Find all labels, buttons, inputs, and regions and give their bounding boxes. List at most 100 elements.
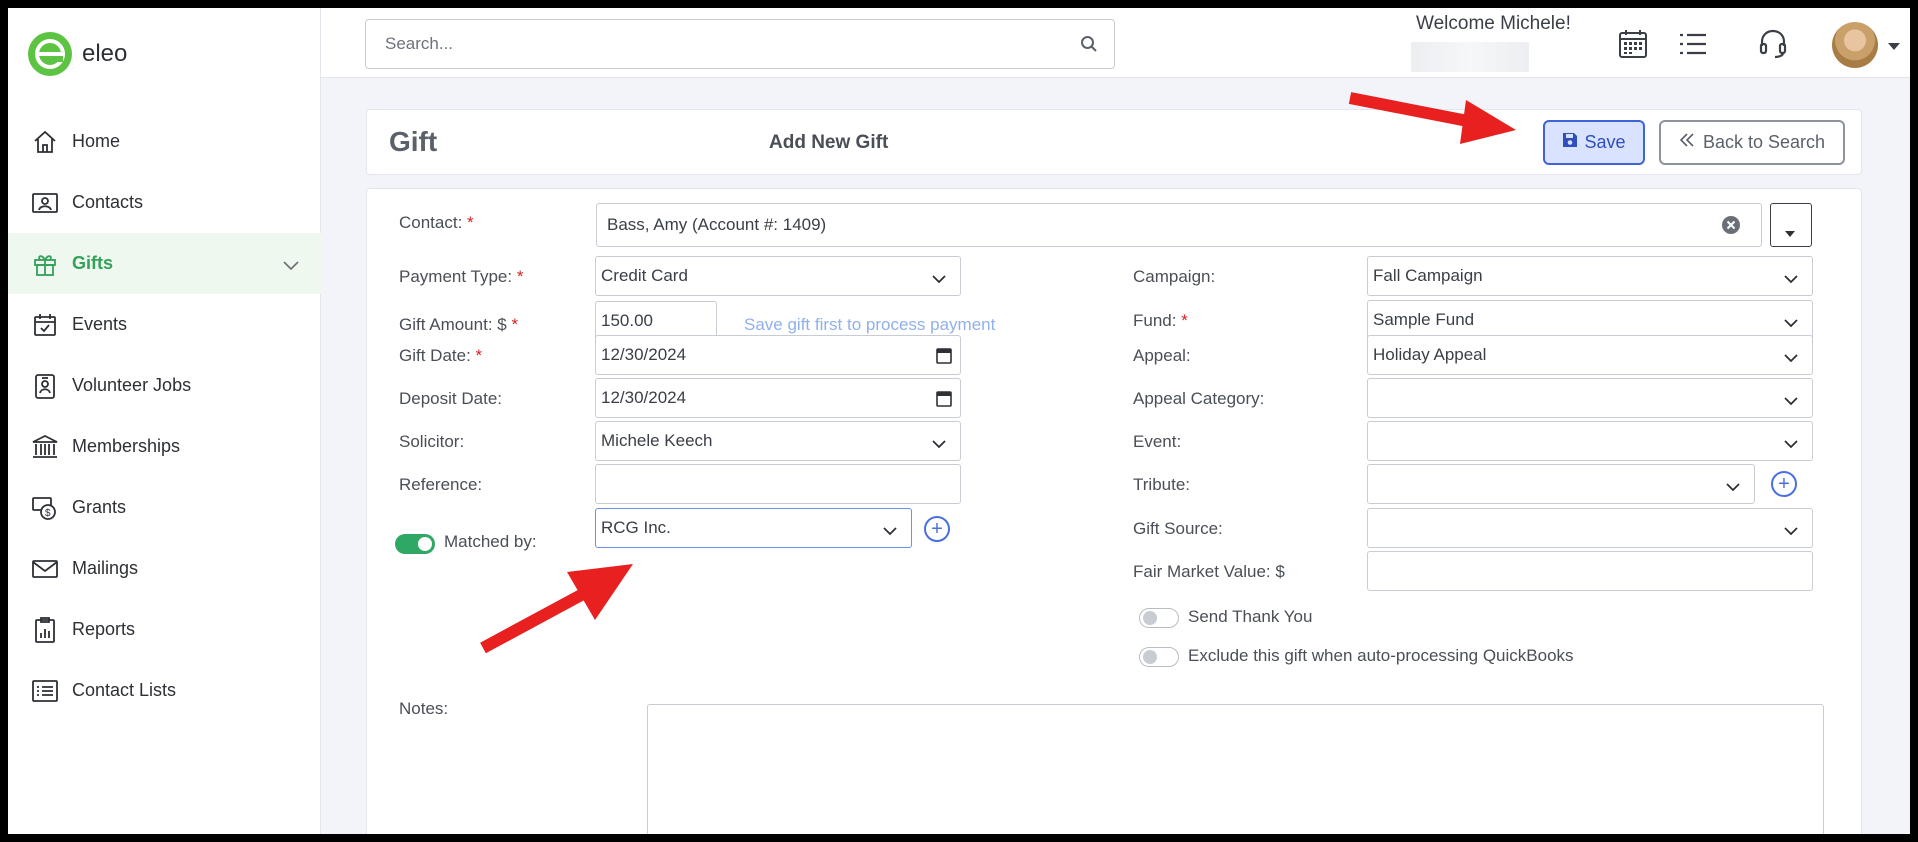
payment-hint: Save gift first to process payment [744,315,996,334]
caret-down-icon[interactable] [1888,38,1900,56]
building-icon [30,432,60,462]
contact-field[interactable]: Bass, Amy (Account #: 1409) [596,203,1762,247]
search-box [365,19,1115,69]
sidebar-item-grants[interactable]: $ Grants [8,477,321,538]
search-input[interactable] [366,21,1064,67]
sidebar-item-label: Memberships [72,436,181,456]
app-logo[interactable]: eleo [28,32,127,76]
appeal-category-label: Appeal Category: [1133,389,1265,408]
reference-input[interactable] [595,464,961,504]
fund-select[interactable]: Sample Fund [1367,300,1813,340]
reference-label: Reference: [399,475,483,494]
calendar-icon[interactable] [1615,26,1651,62]
toggle-knob [418,537,432,551]
notes-textarea[interactable] [647,704,1824,834]
sidebar-item-gifts[interactable]: Gifts [8,233,321,294]
search-icon[interactable] [1064,21,1114,67]
clear-icon[interactable] [1721,215,1741,240]
welcome-message: Welcome Michele! [1416,13,1571,34]
payment-type-label-text: Payment Type: [399,267,513,286]
sidebar-item-label: Events [72,314,128,334]
sidebar-item-reports[interactable]: Reports [8,599,321,660]
sidebar-item-contact-lists[interactable]: Contact Lists [8,660,321,721]
toggle-knob [1143,611,1157,625]
calendar-icon[interactable] [936,346,952,369]
send-thank-you-label: Send Thank You [1188,607,1313,626]
top-bar: Welcome Michele! [321,8,1910,78]
fund-value: Sample Fund [1373,310,1475,329]
sidebar-item-mailings[interactable]: Mailings [8,538,321,599]
user-avatar[interactable] [1832,22,1878,68]
chevron-down-icon [283,255,299,276]
headset-support-icon[interactable] [1755,26,1791,62]
add-tribute-icon[interactable]: + [1771,471,1797,497]
sidebar-item-label: Reports [72,619,136,639]
sidebar-item-label: Volunteer Jobs [72,375,192,395]
sidebar-item-label: Home [72,131,121,151]
home-icon [30,127,60,157]
sidebar-item-volunteer-jobs[interactable]: Volunteer Jobs [8,355,321,416]
gift-amount-label: Gift Amount: $ * [399,315,518,335]
required-marker: * [475,346,483,365]
solicitor-select[interactable]: Michele Keech [595,421,961,461]
welcome-subtext-placeholder [1411,42,1529,72]
payment-type-select[interactable]: Credit Card [595,256,961,296]
required-marker: * [1181,311,1188,330]
gift-source-select[interactable] [1367,508,1813,548]
calendar-icon[interactable] [936,389,952,412]
save-button[interactable]: Save [1543,120,1645,165]
campaign-label: Campaign: [1133,267,1216,286]
tribute-select[interactable] [1367,464,1755,504]
matched-by-label: Matched by: [444,532,537,551]
chevron-down-icon [1784,313,1798,333]
deposit-date-input[interactable]: 12/30/2024 [595,378,961,418]
money-icon: $ [30,493,60,523]
appeal-value: Holiday Appeal [1373,345,1487,364]
contact-card-icon [30,188,60,218]
campaign-value: Fall Campaign [1373,266,1483,285]
gift-source-label: Gift Source: [1133,519,1223,538]
task-list-icon[interactable] [1675,26,1711,62]
sidebar-item-label: Contact Lists [72,680,177,700]
svg-text:$: $ [45,508,51,519]
chevron-down-icon [883,521,897,541]
sidebar-item-memberships[interactable]: Memberships [8,416,321,477]
appeal-select[interactable]: Holiday Appeal [1367,335,1813,375]
matched-by-toggle[interactable] [395,534,435,554]
campaign-select[interactable]: Fall Campaign [1367,256,1813,296]
save-button-label: Save [1584,132,1626,152]
sidebar-item-events[interactable]: Events [8,294,321,355]
sidebar-item-label: Grants [72,497,127,517]
gift-date-value: 12/30/2024 [601,345,687,364]
tribute-label: Tribute: [1133,475,1191,494]
fund-label: Fund: * [1133,311,1188,331]
add-matched-by-icon[interactable]: + [924,516,950,542]
exclude-quickbooks-toggle[interactable] [1139,647,1179,667]
sidebar-item-contacts[interactable]: Contacts [8,172,321,233]
gift-date-label-text: Gift Date: [399,346,471,365]
gift-date-label: Gift Date: * [399,346,482,366]
gift-date-input[interactable]: 12/30/2024 [595,335,961,375]
notes-label: Notes: [399,699,449,718]
clipboard-chart-icon [30,615,60,645]
app-name: eleo [82,40,128,67]
payment-type-label: Payment Type: * [399,267,523,287]
gift-form: Contact: * Bass, Amy (Account #: 1409) P… [366,188,1862,834]
send-thank-you-toggle[interactable] [1139,608,1179,628]
double-chevron-left-icon [1679,132,1695,153]
gift-amount-value: 150.00 [601,311,653,330]
back-to-search-button[interactable]: Back to Search [1659,120,1845,165]
sidebar-item-home[interactable]: Home [8,111,321,172]
matched-by-select[interactable]: RCG Inc. [595,508,912,548]
contact-dropdown-button[interactable] [1770,203,1812,247]
chevron-down-icon [932,269,946,289]
event-select[interactable] [1367,421,1813,461]
eleo-logo-icon [28,32,72,76]
required-marker: * [511,315,519,334]
solicitor-value: Michele Keech [601,431,713,450]
app-window: eleo Home Contacts Gifts Events Voluntee… [8,8,1910,834]
appeal-category-select[interactable] [1367,378,1813,418]
calendar-check-icon [30,310,60,340]
page-title: Gift [389,126,438,157]
fair-market-value-input[interactable] [1367,551,1813,591]
